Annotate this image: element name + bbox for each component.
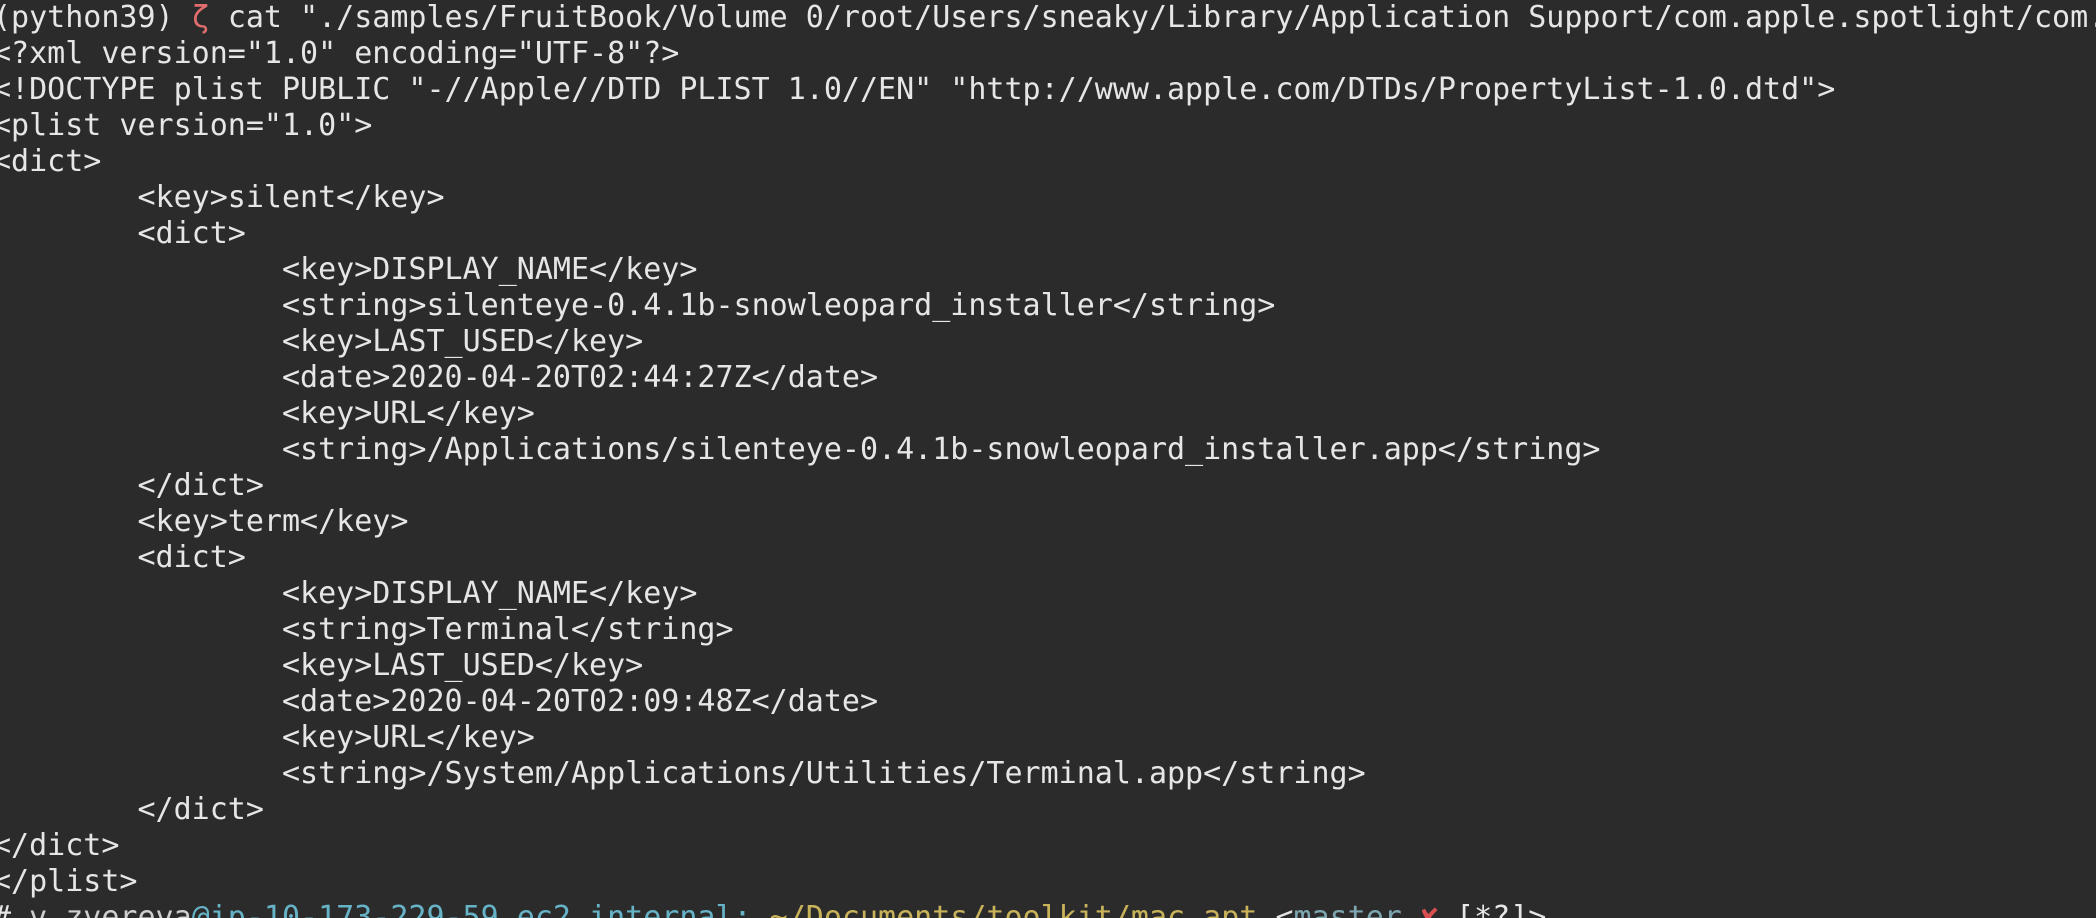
output-line-8: <string>silenteye-0.4.1b-snowleopard_ins… xyxy=(0,288,1276,323)
output-line-16: <key>DISPLAY_NAME</key> xyxy=(0,576,698,611)
dirty-status-icon: ✘ xyxy=(1419,900,1438,918)
terminal-window[interactable]: (python39) ζ cat "./samples/FruitBook/Vo… xyxy=(0,0,2096,918)
python-env-label: (python39) xyxy=(0,0,174,35)
output-line-22: </dict> xyxy=(0,792,264,827)
output-line-7: <key>DISPLAY_NAME</key> xyxy=(0,252,698,287)
output-line-9: <key>LAST_USED</key> xyxy=(0,324,644,359)
prompt-host: ip-10-173-229-59.ec2.internal: xyxy=(209,900,752,918)
output-line-12: <string>/Applications/silenteye-0.4.1b-s… xyxy=(0,432,1601,467)
output-line-23: </dict> xyxy=(0,828,120,863)
output-line-13: </dict> xyxy=(0,468,264,503)
prompt-at: @ xyxy=(191,900,210,918)
output-line-20: <key>URL</key> xyxy=(0,720,535,755)
prompt-user: v.zvereva xyxy=(29,900,192,918)
output-line-4: <dict> xyxy=(0,144,102,179)
prompt-cwd: ~/Documents/toolkit/mac_apt xyxy=(769,900,1258,918)
prompt-branch: master xyxy=(1293,900,1402,918)
output-line-11: <key>URL</key> xyxy=(0,396,535,431)
command-line: (python39) ζ cat "./samples/FruitBook/Vo… xyxy=(0,0,2096,36)
output-line-2: <!DOCTYPE plist PUBLIC "-//Apple//DTD PL… xyxy=(0,72,1836,107)
command-text: cat "./samples/FruitBook/Volume 0/root/U… xyxy=(227,0,2096,35)
output-line-1: <?xml version="1.0" encoding="UTF-8"?> xyxy=(0,36,680,71)
output-line-15: <dict> xyxy=(0,540,246,575)
output-line-18: <key>LAST_USED</key> xyxy=(0,648,644,683)
output-line-24: </plist> xyxy=(0,864,138,899)
output-line-3: <plist version="1.0"> xyxy=(0,108,373,143)
output-line-17: <string>Terminal</string> xyxy=(0,612,734,647)
prompt-hash: # xyxy=(0,900,11,918)
output-line-10: <date>2020-04-20T02:44:27Z</date> xyxy=(0,360,879,395)
prompt-arrow-icon: ζ xyxy=(191,0,210,35)
shell-prompt[interactable]: # v.zvereva@ip-10-173-229-59.ec2.interna… xyxy=(0,900,1546,918)
prompt-status: [*?]> xyxy=(1456,900,1547,918)
output-line-14: <key>term</key> xyxy=(0,504,409,539)
output-line-6: <dict> xyxy=(0,216,246,251)
prompt-branch-open: < xyxy=(1275,900,1294,918)
output-line-21: <string>/System/Applications/Utilities/T… xyxy=(0,756,1366,791)
output-line-19: <date>2020-04-20T02:09:48Z</date> xyxy=(0,684,879,719)
output-line-5: <key>silent</key> xyxy=(0,180,445,215)
